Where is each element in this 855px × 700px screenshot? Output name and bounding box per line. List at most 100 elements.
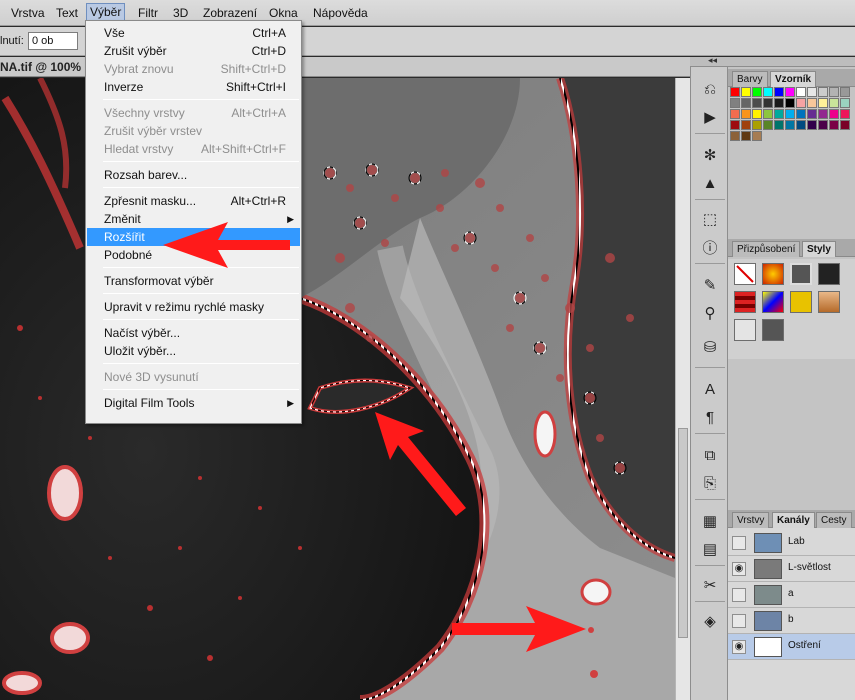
swatch[interactable] [741,120,751,130]
swatch[interactable] [741,109,751,119]
channel-row[interactable]: ◉ L-světlost [728,556,855,582]
swatch[interactable] [796,98,806,108]
swatch[interactable] [796,120,806,130]
menu-item-vse[interactable]: Vše Ctrl+A [87,24,300,42]
menu-text[interactable]: Text [53,4,81,22]
swatch[interactable] [752,131,762,141]
menu-item-rozsirit[interactable]: Rozšířit [87,228,300,246]
menu-item-zrusit-vyber[interactable]: Zrušit výběr Ctrl+D [87,42,300,60]
menu-vyber[interactable]: Výběr [86,3,126,21]
tab-channels[interactable]: Kanály [772,512,815,528]
style-none[interactable] [734,263,756,285]
style-dark[interactable] [762,319,784,341]
notes-icon[interactable]: ▤ [697,537,723,561]
tab-adjustments[interactable]: Přizpůsobení [732,241,801,257]
character-icon[interactable]: A [697,377,723,401]
info-icon[interactable]: ⓘ [697,235,723,259]
swatch[interactable] [763,109,773,119]
swatch[interactable] [807,120,817,130]
swatch[interactable] [796,109,806,119]
swatch[interactable] [741,87,751,97]
tab-swatches[interactable]: Vzorník [770,71,817,87]
visibility-eye-icon[interactable] [732,588,746,602]
menu-item-zmenit[interactable]: Změnit ▶ [87,210,300,228]
canvas-vertical-scrollbar[interactable] [675,78,690,700]
visibility-eye-icon[interactable]: ◉ [732,562,746,576]
menu-item-inverze[interactable]: Inverze Shift+Ctrl+I [87,78,300,96]
timeline-icon[interactable]: ▦ [697,509,723,533]
swatch[interactable] [752,120,762,130]
style-light[interactable] [734,319,756,341]
tab-colors[interactable]: Barvy [732,71,768,87]
swatch[interactable] [840,120,850,130]
channel-row[interactable]: b [728,608,855,634]
swatch[interactable] [774,109,784,119]
swatch[interactable] [829,120,839,130]
menu-napoveda[interactable]: Nápověda [310,4,371,22]
swatch[interactable] [818,120,828,130]
swatch[interactable] [763,120,773,130]
swatch[interactable] [752,98,762,108]
clone-source-icon[interactable]: ⛁ [697,335,723,359]
swatch[interactable] [829,98,839,108]
style-button[interactable] [790,263,812,285]
swatch[interactable] [774,120,784,130]
menu-item-digital-film-tools[interactable]: Digital Film Tools ▶ [87,394,300,412]
visibility-eye-icon[interactable]: ◉ [732,640,746,654]
measurement-icon[interactable]: ✂ [697,573,723,597]
menu-item-podobne[interactable]: Podobné [87,246,300,264]
channel-row[interactable]: ◉ Ostření [728,634,855,660]
swatch[interactable] [818,98,828,108]
swatch[interactable] [829,87,839,97]
feather-input[interactable]: 0 ob [28,32,78,50]
swatch[interactable] [785,120,795,130]
swatch[interactable] [730,109,740,119]
swatch[interactable] [796,87,806,97]
swatch[interactable] [752,109,762,119]
menu-vrstva[interactable]: Vrstva [8,4,48,22]
swatch[interactable] [730,120,740,130]
collapse-icon[interactable]: ◂◂ [708,55,717,66]
channel-row[interactable]: a [728,582,855,608]
brush-icon[interactable]: ✎ [697,273,723,297]
swatch[interactable] [785,87,795,97]
histogram-icon[interactable]: ▲ [697,171,723,195]
menu-item-transformovat-vyber[interactable]: Transformovat výběr [87,272,300,290]
tab-styles[interactable]: Styly [802,241,836,257]
swatch[interactable] [752,87,762,97]
swatch[interactable] [774,98,784,108]
swatch[interactable] [818,87,828,97]
tool-presets-icon[interactable]: ⎘ [697,471,723,495]
menu-item-rozsah-barev[interactable]: Rozsah barev... [87,166,300,184]
menu-item-ulozit-vyber[interactable]: Uložit výběr... [87,342,300,360]
swatch[interactable] [763,87,773,97]
tab-paths[interactable]: Cesty [816,512,852,528]
history-icon[interactable]: ⎌ [697,77,723,101]
channel-row[interactable]: Lab [728,530,855,556]
swatch[interactable] [840,109,850,119]
visibility-eye-icon[interactable] [732,536,746,550]
3d-box-icon[interactable]: ◈ [697,609,723,633]
style-wood[interactable] [818,291,840,313]
swatch[interactable] [741,131,751,141]
swatch[interactable] [763,98,773,108]
navigator-icon[interactable]: ✻ [697,143,723,167]
menu-item-zpresnit-masku[interactable]: Zpřesnit masku... Alt+Ctrl+R [87,192,300,210]
style-stripes[interactable] [734,291,756,313]
menu-item-nacist-vyber[interactable]: Načíst výběr... [87,324,300,342]
visibility-eye-icon[interactable] [732,614,746,628]
swatch[interactable] [730,131,740,141]
tab-layers[interactable]: Vrstvy [732,512,770,528]
actions-icon[interactable]: ▶ [697,105,723,129]
style-rainbow[interactable] [762,291,784,313]
style-gold[interactable] [790,291,812,313]
scrollbar-thumb[interactable] [678,428,688,638]
style-camera[interactable] [818,263,840,285]
layer-comps-icon[interactable]: ⧉ [697,443,723,467]
swatch[interactable] [818,109,828,119]
swatch[interactable] [807,87,817,97]
style-glow[interactable] [762,263,784,285]
swatch[interactable] [807,109,817,119]
menu-item-upravit-v-rezimu-rychle-masky[interactable]: Upravit v režimu rychlé masky [87,298,300,316]
swatch[interactable] [840,87,850,97]
